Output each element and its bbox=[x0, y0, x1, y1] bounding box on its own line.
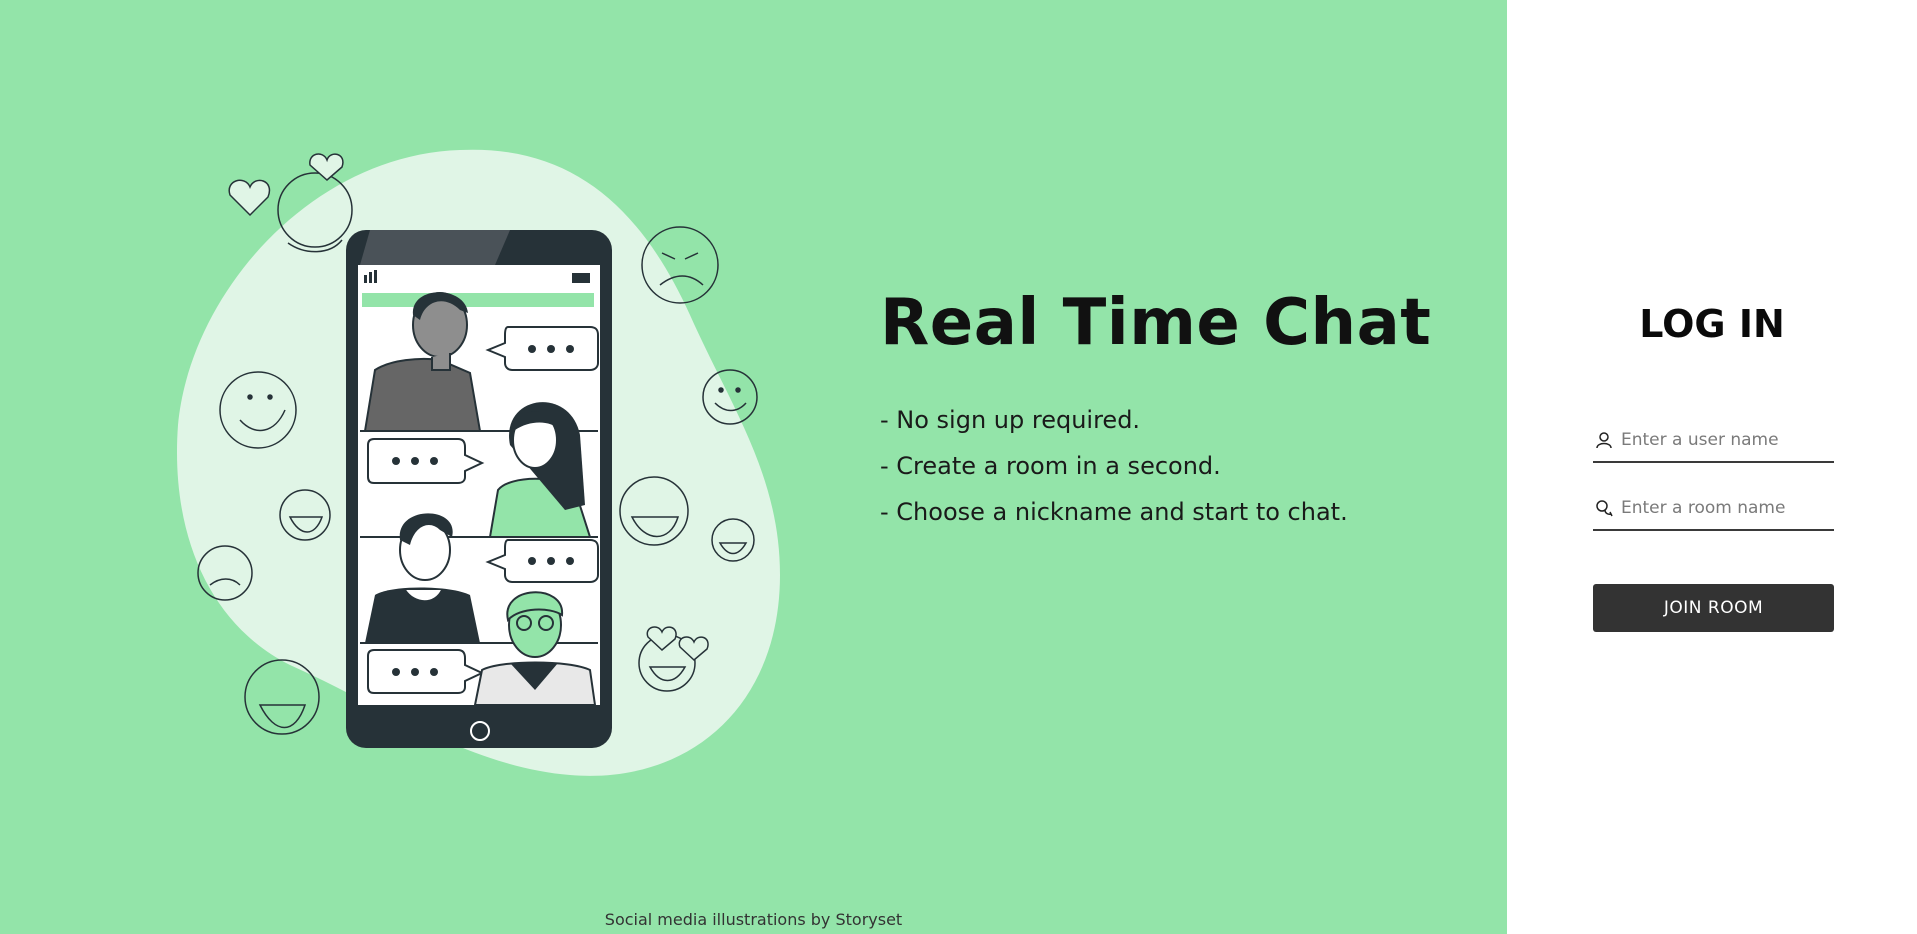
feature-item: - No sign up required. bbox=[880, 406, 1141, 434]
login-panel: LOG IN JOIN ROOM bbox=[1507, 0, 1917, 934]
feature-list: - No sign up required. - Create a room i… bbox=[880, 402, 1348, 540]
feature-item: - Create a room in a second. bbox=[880, 452, 1221, 480]
page-title: Real Time Chat bbox=[880, 286, 1432, 360]
feature-item: - Choose a nickname and start to chat. bbox=[880, 498, 1348, 526]
chat-bubble-4 bbox=[367, 649, 485, 694]
chat-bubbles-icon bbox=[1596, 500, 1613, 517]
illustration-credit: Social media illustrations by Storyset bbox=[604, 910, 903, 929]
user-icon bbox=[1596, 432, 1612, 449]
username-field bbox=[1593, 419, 1834, 463]
social-chat-illustration bbox=[176, 149, 780, 776]
room-field bbox=[1593, 487, 1834, 531]
join-room-button[interactable]: JOIN ROOM bbox=[1593, 584, 1834, 632]
chat-bubble-3 bbox=[485, 539, 599, 583]
chat-bubble-1 bbox=[485, 326, 599, 371]
hero-panel: Real Time Chat - No sign up required. - … bbox=[0, 0, 1507, 934]
chat-bubble-2 bbox=[367, 438, 485, 484]
room-input[interactable] bbox=[1621, 493, 1831, 523]
login-title: LOG IN bbox=[1639, 302, 1785, 346]
username-input[interactable] bbox=[1621, 425, 1831, 455]
laughing-big-face-icon bbox=[244, 659, 320, 735]
